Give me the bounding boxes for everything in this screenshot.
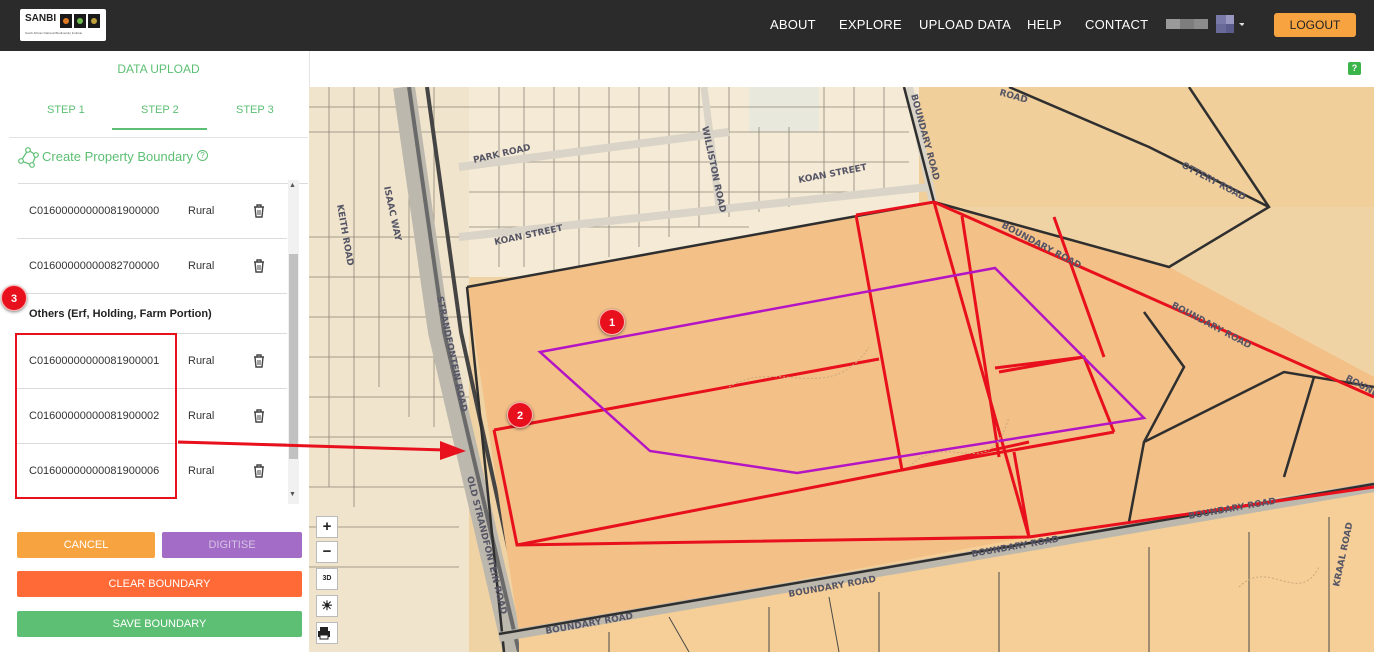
three-d-button[interactable]: 3D [316, 568, 338, 590]
scroll-up-icon[interactable]: ▲ [289, 182, 296, 189]
printer-icon [318, 627, 330, 640]
sanbi-logo[interactable]: SANBI South African National Biodiversit… [20, 9, 106, 41]
nav-upload-data[interactable]: UPLOAD DATA [919, 17, 1011, 32]
highlight-box [15, 333, 177, 499]
print-button[interactable] [316, 622, 338, 644]
brightness-icon[interactable]: ☀ [316, 595, 338, 617]
digitise-button[interactable]: DIGITISE [162, 532, 302, 558]
left-gutter [0, 51, 9, 652]
scroll-thumb[interactable] [289, 254, 298, 459]
map-layer[interactable]: PARK ROAD WILLISTON ROAD KOAN STREET KOA… [309, 87, 1374, 652]
save-boundary-button[interactable]: SAVE BOUNDARY [17, 611, 302, 637]
trash-icon[interactable] [252, 258, 266, 274]
parcel-code: C01600000000081900000 [29, 205, 160, 217]
logout-button[interactable]: LOGOUT [1274, 13, 1356, 37]
parcel-type: Rural [188, 355, 215, 367]
tab-divider [9, 137, 308, 138]
top-navbar: SANBI South African National Biodiversit… [0, 0, 1374, 51]
trash-icon[interactable] [252, 353, 266, 369]
parcel-type: Rural [188, 205, 215, 217]
zoom-out-button[interactable]: − [316, 541, 338, 563]
marker-3: 3 [1, 285, 27, 311]
help-icon[interactable]: ? [1348, 62, 1361, 75]
zoom-in-button[interactable]: + [316, 516, 338, 538]
marker-1: 1 [599, 309, 625, 335]
map-canvas[interactable]: PARK ROAD WILLISTON ROAD KOAN STREET KOA… [309, 87, 1374, 652]
trash-icon[interactable] [252, 203, 266, 219]
chevron-down-icon [1239, 23, 1244, 26]
create-boundary-label: Create Property Boundary [42, 149, 194, 164]
user-menu[interactable] [1166, 15, 1244, 33]
parcel-code: C01600000000082700000 [29, 260, 160, 272]
scroll-down-icon[interactable]: ▼ [289, 491, 296, 498]
trash-icon[interactable] [252, 463, 266, 479]
logo-graphic-icon [60, 14, 100, 28]
marker-2: 2 [507, 402, 533, 428]
map-toolbar [309, 51, 1374, 87]
active-tab-indicator [112, 128, 207, 130]
logo-subtext: South African National Biodiversity Inst… [25, 31, 83, 35]
parcel-type: Rural [188, 410, 215, 422]
polygon-draw-icon [18, 147, 39, 168]
help-circle-icon[interactable]: ? [197, 150, 208, 161]
tab-step-1[interactable]: STEP 1 [47, 104, 85, 116]
cancel-button[interactable]: CANCEL [17, 532, 155, 558]
nav-about[interactable]: ABOUT [770, 17, 816, 32]
nav-explore[interactable]: EXPLORE [839, 17, 902, 32]
trash-icon[interactable] [252, 408, 266, 424]
tab-step-2[interactable]: STEP 2 [141, 104, 179, 116]
list-scrollbar[interactable]: ▲ ▼ [288, 180, 299, 504]
clear-boundary-button[interactable]: CLEAR BOUNDARY [17, 571, 302, 597]
panel-title: DATA UPLOAD [117, 62, 200, 76]
parcel-row: C01600000000082700000 Rural [17, 239, 287, 294]
nav-contact[interactable]: CONTACT [1085, 17, 1148, 32]
parcel-type: Rural [188, 260, 215, 272]
parcel-row: C01600000000081900000 Rural [17, 184, 287, 239]
logo-text: SANBI [25, 13, 57, 24]
group-heading: Others (Erf, Holding, Farm Portion) [29, 308, 212, 320]
tab-step-3[interactable]: STEP 3 [236, 104, 274, 116]
nav-help[interactable]: HELP [1027, 17, 1062, 32]
three-d-label: 3D [322, 575, 332, 582]
parcel-type: Rural [188, 465, 215, 477]
group-header-row: Others (Erf, Holding, Farm Portion) [17, 294, 287, 334]
